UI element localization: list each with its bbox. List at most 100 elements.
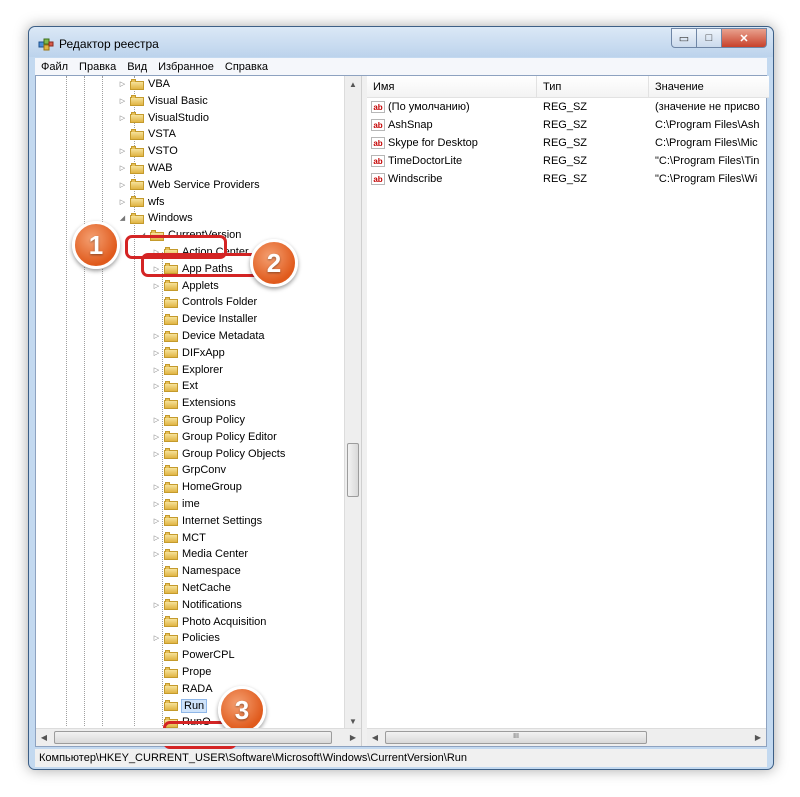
tree-node[interactable]: ▷ WAB	[118, 160, 173, 176]
scroll-left-arrow-icon[interactable]: ◀	[367, 729, 383, 746]
tree-node[interactable]: ▷ Device Metadata	[152, 328, 265, 344]
maximize-button[interactable]: □	[697, 28, 722, 48]
scroll-right-arrow-icon[interactable]: ▶	[345, 729, 361, 746]
tree-node[interactable]: ▷ Internet Settings	[152, 513, 262, 529]
status-path: Компьютер\HKEY_CURRENT_USER\Software\Mic…	[39, 752, 467, 764]
tree-node[interactable]: ▷ ime	[152, 496, 200, 512]
registry-tree-pane[interactable]: ▷ VBA ▷ Visual Basic ▷ VisualStudio VSTA ▷ VSTO ▷…	[36, 76, 361, 749]
expand-arrow-icon[interactable]: ▷	[152, 500, 161, 508]
tree-node[interactable]: Extensions	[152, 395, 236, 411]
expand-arrow-icon[interactable]: ▷	[152, 634, 161, 642]
tree-vscroll-thumb[interactable]	[347, 443, 359, 497]
registry-value-row[interactable]: ab AshSnap REG_SZ C:\Program Files\Ash	[367, 116, 766, 134]
tree-node[interactable]: VSTA	[118, 126, 176, 142]
tree-node[interactable]: ▷ Group Policy	[152, 412, 245, 428]
registry-value-row[interactable]: ab (По умолчанию) REG_SZ (значение не присв…	[367, 98, 766, 116]
tree-node[interactable]: Controls Folder	[152, 294, 257, 310]
expand-arrow-icon[interactable]: ▷	[152, 349, 161, 357]
menu-help[interactable]: Справка	[219, 61, 273, 73]
registry-value-row[interactable]: ab Windscribe REG_SZ "C:\Program Files\Wi	[367, 170, 766, 188]
tree-node[interactable]: ▷ Group Policy Editor	[152, 429, 277, 445]
tree-node[interactable]: ▷ HomeGroup	[152, 479, 242, 495]
tree-node[interactable]: Run	[152, 698, 208, 714]
folder-icon	[164, 414, 178, 426]
tree-node[interactable]: ▷ VisualStudio	[118, 110, 209, 126]
expand-arrow-icon[interactable]: ▷	[118, 181, 127, 189]
expand-arrow-icon[interactable]: ▷	[118, 164, 127, 172]
tree-node[interactable]: Photo Acquisition	[152, 614, 266, 630]
window-title: Редактор реестра	[59, 37, 159, 51]
tree-horizontal-scrollbar[interactable]: ◀ ▶	[36, 728, 361, 746]
expand-arrow-icon[interactable]: ▷	[152, 450, 161, 458]
tree-node-label: VBA	[148, 78, 171, 90]
tree-node[interactable]: RADA	[152, 681, 213, 697]
menu-favorites[interactable]: Избранное	[152, 61, 219, 73]
tree-hscroll-thumb[interactable]	[54, 731, 332, 744]
tree-node[interactable]: ◢ Windows	[118, 210, 193, 226]
folder-icon	[130, 179, 144, 191]
tree-node[interactable]: Prope	[152, 664, 211, 680]
tree-node[interactable]: ▷ DIFxApp	[152, 345, 225, 361]
tree-node[interactable]: ▷ Web Service Providers	[118, 177, 260, 193]
expand-arrow-icon[interactable]: ▷	[152, 550, 161, 558]
expand-arrow-icon[interactable]: ▷	[152, 282, 161, 290]
tree-node[interactable]: ▷ VBA	[118, 76, 170, 92]
tree-node[interactable]: Device Installer	[152, 311, 257, 327]
expand-arrow-icon[interactable]: ▷	[118, 147, 127, 155]
column-header-name[interactable]: Имя	[367, 76, 537, 98]
expand-arrow-icon[interactable]: ▷	[152, 601, 161, 609]
expand-arrow-icon[interactable]: ▷	[118, 80, 127, 88]
expand-arrow-icon[interactable]: ▷	[118, 114, 127, 122]
title-bar[interactable]: Редактор реестра ▭ □ ✕	[29, 27, 773, 57]
value-name: AshSnap	[388, 119, 433, 131]
menu-file[interactable]: Файл	[35, 61, 73, 73]
value-type-cell: REG_SZ	[543, 101, 588, 113]
tree-node[interactable]: ▷ Applets	[152, 278, 219, 294]
tree-node[interactable]: ▷ Visual Basic	[118, 93, 208, 109]
expand-arrow-icon[interactable]: ▷	[152, 517, 161, 525]
expand-arrow-icon[interactable]: ▷	[152, 416, 161, 424]
tree-node[interactable]: ▷ Ext	[152, 378, 198, 394]
step-badge-3: 3	[218, 686, 266, 734]
registry-value-row[interactable]: ab Skype for Desktop REG_SZ C:\Program File…	[367, 134, 766, 152]
tree-node[interactable]: ▷ wfs	[118, 194, 165, 210]
tree-vertical-scrollbar[interactable]: ▲ ▼	[344, 76, 361, 729]
minimize-button[interactable]: ▭	[671, 28, 697, 48]
expand-arrow-icon[interactable]: ▷	[152, 534, 161, 542]
expand-arrow-icon[interactable]: ▷	[118, 198, 127, 206]
tree-node[interactable]: ▷ VSTO	[118, 143, 178, 159]
scroll-left-arrow-icon[interactable]: ◀	[36, 729, 52, 746]
menu-edit[interactable]: Правка	[73, 61, 121, 73]
registry-value-row[interactable]: ab TimeDoctorLite REG_SZ "C:\Program Files\…	[367, 152, 766, 170]
tree-node[interactable]: GrpConv	[152, 462, 226, 478]
expand-arrow-icon[interactable]: ▷	[152, 332, 161, 340]
scroll-right-arrow-icon[interactable]: ▶	[750, 729, 766, 746]
tree-node[interactable]: PowerCPL	[152, 647, 235, 663]
list-horizontal-scrollbar[interactable]: ◀ III ▶	[367, 728, 766, 746]
values-list-pane[interactable]: Имя Тип Значение ab (По умолчанию) REG_SZ(…	[367, 76, 769, 746]
expand-arrow-icon[interactable]: ▷	[152, 483, 161, 491]
expand-arrow-icon[interactable]: ▷	[152, 366, 161, 374]
tree-node[interactable]: ▷ Explorer	[152, 362, 223, 378]
tree-node-label: Run	[180, 698, 208, 713]
column-header-value[interactable]: Значение	[649, 76, 769, 98]
tree-node[interactable]: ▷ Group Policy Objects	[152, 446, 286, 462]
tree-node[interactable]: ▷ Notifications	[152, 597, 242, 613]
folder-icon	[130, 196, 144, 208]
list-hscroll-thumb[interactable]: III	[385, 731, 647, 744]
tree-node[interactable]: ▷ Media Center	[152, 546, 248, 562]
menu-view[interactable]: Вид	[121, 61, 152, 73]
folder-icon	[164, 364, 178, 376]
tree-node[interactable]: NetCache	[152, 580, 231, 596]
expand-arrow-icon[interactable]: ▷	[118, 97, 127, 105]
scroll-up-arrow-icon[interactable]: ▲	[345, 76, 361, 92]
tree-node[interactable]: ▷ Policies	[152, 630, 220, 646]
close-button[interactable]: ✕	[722, 28, 767, 48]
tree-node[interactable]: Namespace	[152, 563, 241, 579]
expand-arrow-icon[interactable]: ▷	[152, 382, 161, 390]
expand-arrow-icon[interactable]: ◢	[118, 214, 127, 222]
column-header-type[interactable]: Тип	[537, 76, 649, 98]
scroll-down-arrow-icon[interactable]: ▼	[345, 713, 361, 729]
expand-arrow-icon[interactable]: ▷	[152, 433, 161, 441]
tree-node[interactable]: ▷ MCT	[152, 530, 206, 546]
